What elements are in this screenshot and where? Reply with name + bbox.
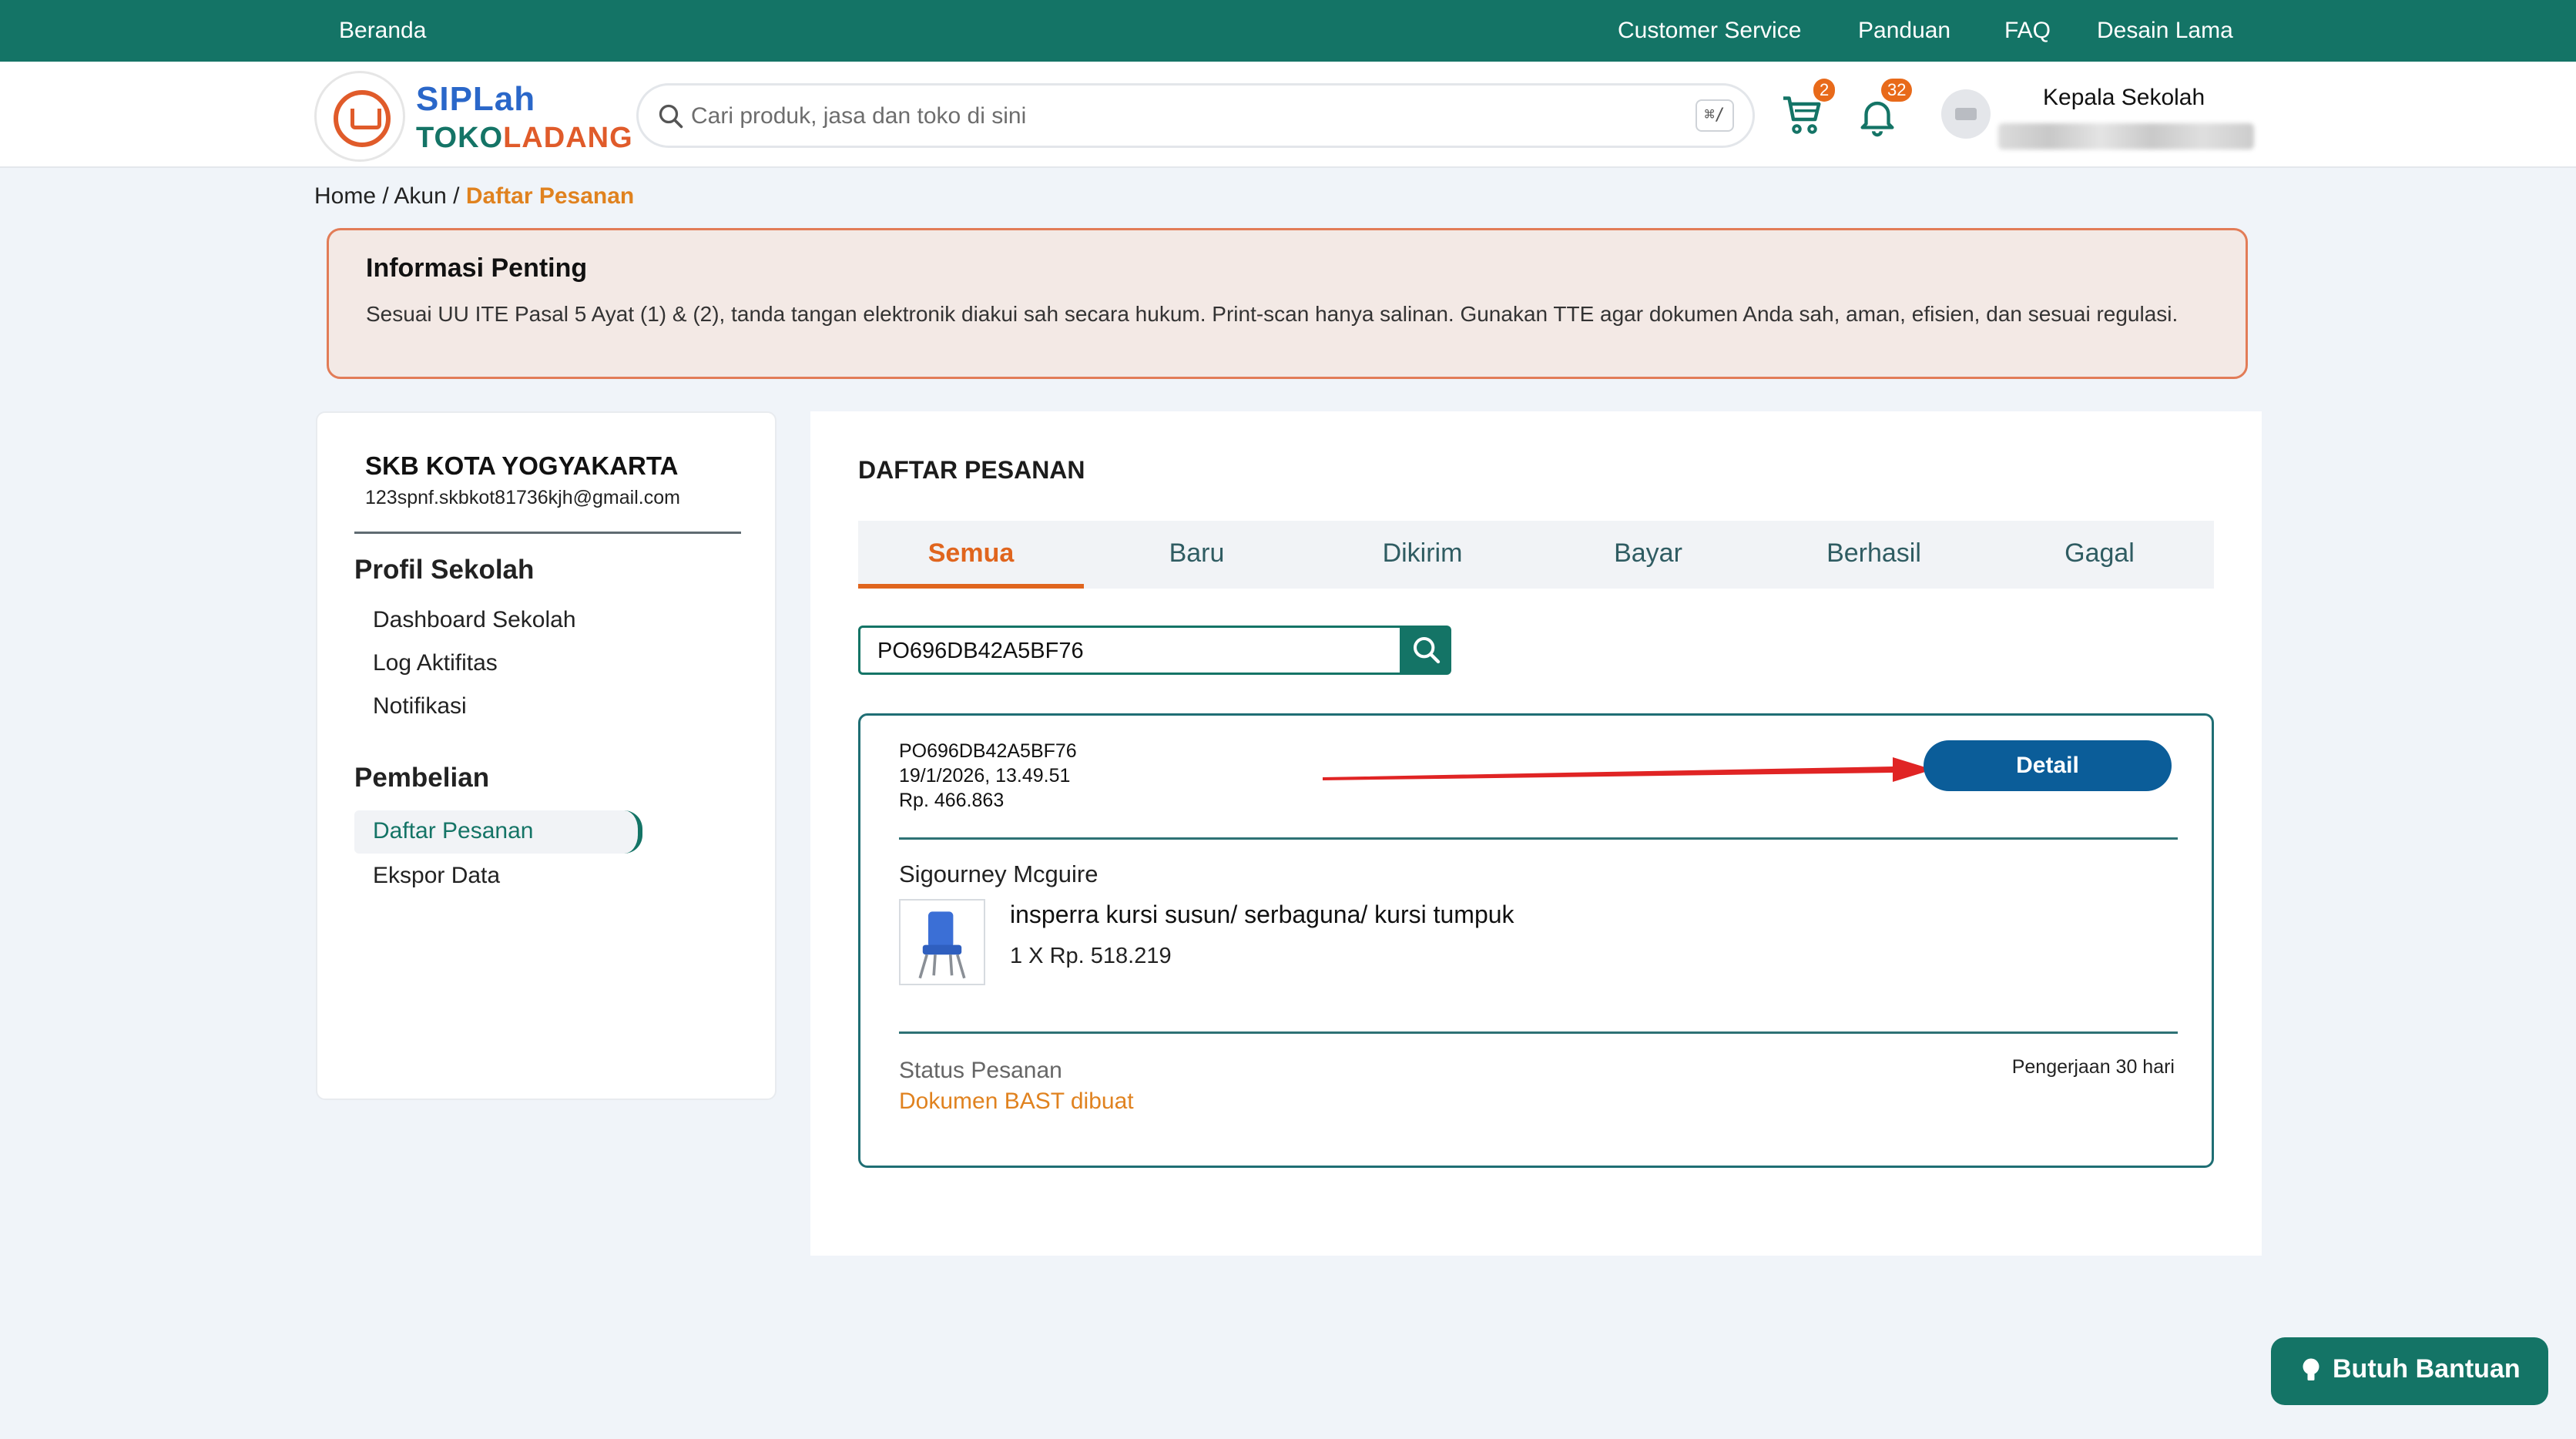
sidebar-item-ekspor-data[interactable]: Ekspor Data: [373, 863, 500, 889]
search-icon: [1414, 637, 1441, 664]
tab-bayar[interactable]: Bayar: [1535, 521, 1761, 589]
search-icon: [659, 104, 683, 129]
sidebar-item-label: Daftar Pesanan: [373, 818, 534, 844]
school-email: 123spnf.skbkot81736kjh@gmail.com: [365, 487, 680, 508]
sidebar-heading-pembelian: Pembelian: [354, 763, 490, 793]
info-body: Sesuai UU ITE Pasal 5 Ayat (1) & (2), ta…: [366, 302, 2179, 326]
product-thumbnail[interactable]: [899, 899, 985, 985]
tab-baru[interactable]: Baru: [1084, 521, 1310, 589]
help-button[interactable]: Butuh Bantuan: [2271, 1337, 2548, 1405]
breadcrumb-home[interactable]: Home: [314, 183, 376, 209]
nav-beranda-link[interactable]: Beranda: [339, 0, 426, 62]
logo-tokoladang-text[interactable]: TOKOLADANG: [416, 122, 633, 155]
help-button-label: Butuh Bantuan: [2333, 1354, 2521, 1384]
blurred-user-name: [1998, 123, 2254, 149]
card-divider: [899, 837, 2178, 840]
logo-cart-icon[interactable]: [314, 71, 405, 162]
cart-count-badge: 2: [1813, 79, 1836, 102]
user-avatar[interactable]: [1941, 89, 1991, 139]
global-search-bar[interactable]: ⌘/: [636, 83, 1755, 148]
product-name[interactable]: insperra kursi susun/ serbaguna/ kursi t…: [1010, 901, 1514, 929]
sidebar-item-daftar-pesanan[interactable]: Daftar Pesanan: [354, 810, 642, 854]
order-status-value: Dokumen BAST dibuat: [899, 1088, 1134, 1114]
nav-faq-link[interactable]: FAQ: [2004, 0, 2051, 62]
breadcrumb-current: Daftar Pesanan: [465, 183, 635, 209]
page-title: DAFTAR PESANAN: [858, 456, 1085, 484]
order-detail-button[interactable]: Detail: [1924, 740, 2172, 791]
search-shortcut-hint: ⌘/: [1695, 99, 1734, 132]
order-search-button[interactable]: [1402, 626, 1451, 675]
tab-berhasil[interactable]: Berhasil: [1761, 521, 1987, 589]
order-search-input[interactable]: [877, 634, 1386, 668]
nav-desain-lama-link[interactable]: Desain Lama: [2097, 0, 2233, 62]
tab-semua[interactable]: Semua: [858, 521, 1084, 589]
order-search-box[interactable]: [858, 626, 1402, 675]
top-navbar: Beranda Customer Service Panduan FAQ Des…: [0, 0, 2576, 62]
tab-gagal[interactable]: Gagal: [1987, 521, 2212, 589]
card-divider: [899, 1031, 2178, 1034]
account-sidebar: SKB KOTA YOGYAKARTA 123spnf.skbkot81736k…: [316, 411, 776, 1100]
nav-customer-service-link[interactable]: Customer Service: [1618, 0, 1801, 62]
order-datetime: 19/1/2026, 13.49.51: [899, 765, 1071, 787]
notification-button[interactable]: 32: [1852, 79, 1913, 143]
sidebar-heading-profil: Profil Sekolah: [354, 555, 535, 585]
info-title: Informasi Penting: [366, 253, 588, 283]
tab-dikirim[interactable]: Dikirim: [1310, 521, 1535, 589]
order-card: PO696DB42A5BF76 19/1/2026, 13.49.51 Rp. …: [858, 713, 2214, 1168]
breadcrumb: Home / Akun / Daftar Pesanan: [314, 183, 635, 209]
order-po-number: PO696DB42A5BF76: [899, 740, 1077, 762]
sidebar-item-dashboard[interactable]: Dashboard Sekolah: [373, 607, 576, 633]
logo-siplah-text[interactable]: SIPLah: [416, 80, 535, 119]
cart-button[interactable]: 2: [1776, 79, 1836, 143]
main-header: SIPLah TOKOLADANG ⌘/ 2 32 Kepala Sekolah: [0, 62, 2576, 168]
user-role-label[interactable]: Kepala Sekolah: [2043, 85, 2205, 111]
order-total: Rp. 466.863: [899, 790, 1005, 811]
school-name: SKB KOTA YOGYAKARTA: [365, 451, 679, 480]
notification-count-badge: 32: [1881, 79, 1913, 102]
sidebar-item-log-aktifitas[interactable]: Log Aktifitas: [373, 650, 498, 676]
sidebar-divider: [354, 532, 741, 534]
global-search-input[interactable]: [691, 96, 1615, 136]
orders-panel: DAFTAR PESANAN Semua Baru Dikirim Bayar …: [810, 411, 2262, 1256]
lightbulb-icon: [2303, 1358, 2319, 1380]
order-status-tabs: Semua Baru Dikirim Bayar Berhasil Gagal: [858, 521, 2214, 589]
breadcrumb-akun[interactable]: Akun: [394, 183, 446, 209]
chair-icon: [918, 911, 966, 979]
nav-panduan-link[interactable]: Panduan: [1858, 0, 1950, 62]
product-qty-price: 1 X Rp. 518.219: [1010, 944, 1172, 968]
order-duration: Pengerjaan 30 hari: [2011, 1056, 2175, 1078]
seller-name[interactable]: Sigourney Mcguire: [899, 860, 1098, 888]
annotation-arrow-icon: [1323, 757, 1933, 782]
order-status-label: Status Pesanan: [899, 1058, 1062, 1083]
important-info-box: Informasi Penting Sesuai UU ITE Pasal 5 …: [327, 228, 2248, 379]
sidebar-item-notifikasi[interactable]: Notifikasi: [373, 693, 467, 720]
